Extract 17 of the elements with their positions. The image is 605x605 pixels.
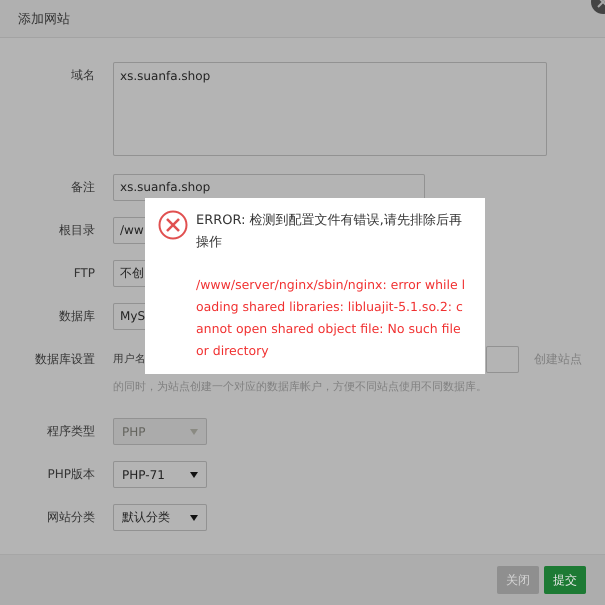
field-label: 网站分类 [46, 509, 95, 526]
select-field[interactable]: PHP-71 [113, 461, 207, 488]
field-label: FTP [72, 265, 95, 282]
field-label: 备注 [70, 179, 95, 196]
error-detail: /www/server/nginx/sbin/nginx: error while loading shared libraries: libluajit-5.1.so.2: cannot open shared object file: No such file or directory [196, 276, 466, 360]
field-label: 域名 [70, 67, 95, 84]
field-label: 数据库 [58, 308, 95, 325]
field-label: 程序类型 [46, 423, 95, 440]
username-label: 用户名 [113, 352, 146, 367]
field-label: PHP版本 [46, 466, 95, 483]
submit-button[interactable]: 提交 [544, 566, 586, 594]
domain-field[interactable]: xs.suanfa.shop [113, 62, 547, 156]
field-label: 根目录 [58, 222, 95, 239]
dialog-title: 添加网站 [18, 10, 70, 28]
error-title: ERROR: 检测到配置文件有错误,请先排除后再操作 [196, 212, 463, 252]
field-label: 数据库设置 [34, 351, 95, 368]
select-field[interactable]: 默认分类 [113, 504, 207, 531]
